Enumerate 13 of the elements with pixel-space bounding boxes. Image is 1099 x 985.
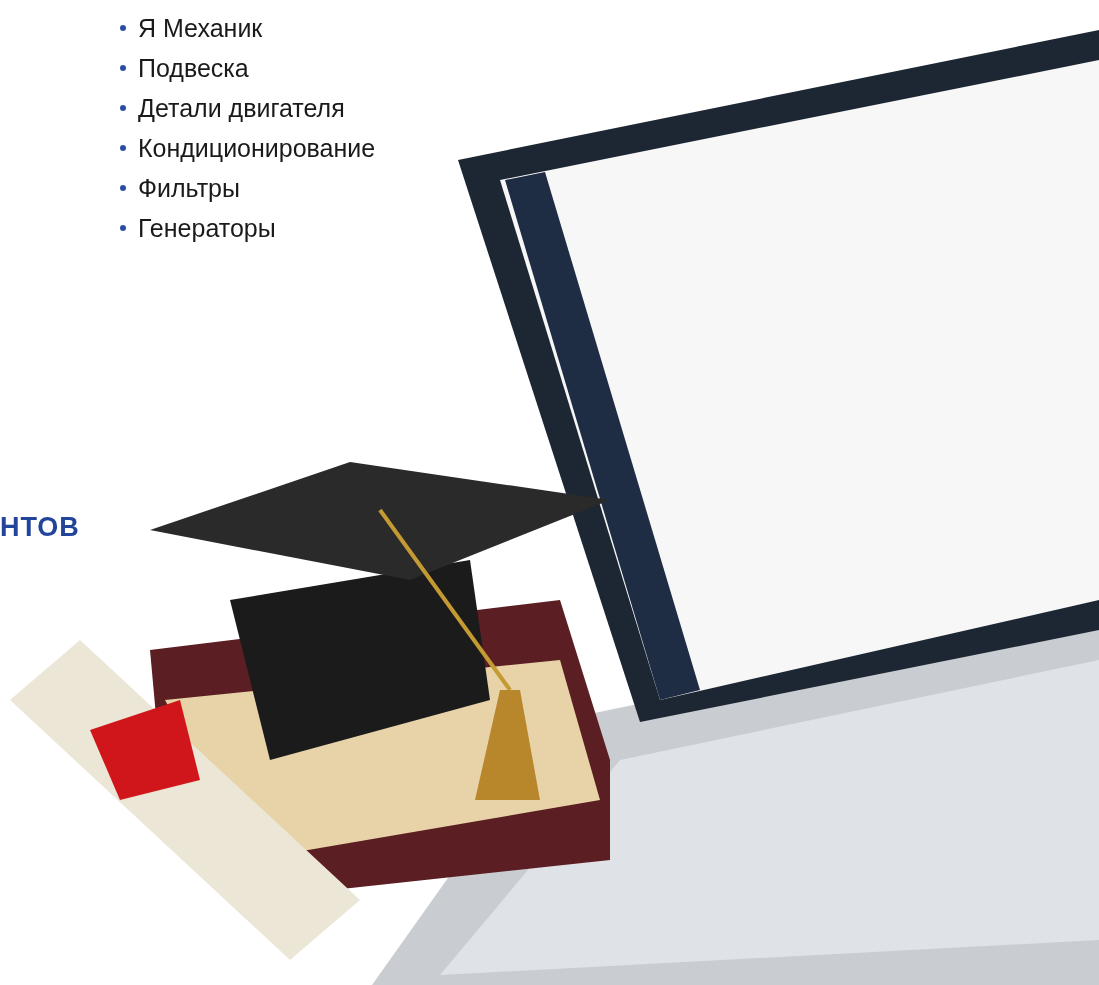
bullet-icon xyxy=(120,225,126,231)
list-item: Детали двигателя xyxy=(138,93,345,123)
bullet-icon xyxy=(120,145,126,151)
list-item: Кондиционирование xyxy=(138,133,376,163)
list-item: Я Механик xyxy=(138,13,263,43)
section-heading: НТОВ xyxy=(0,512,81,543)
list-item: Фильтры xyxy=(138,173,240,203)
bullet-icon xyxy=(120,25,126,31)
list-item: Подвеска xyxy=(138,53,249,83)
bullet-icon xyxy=(120,185,126,191)
bullet-icon xyxy=(120,65,126,71)
list-item: Генераторы xyxy=(138,213,276,243)
bullet-icon xyxy=(120,105,126,111)
